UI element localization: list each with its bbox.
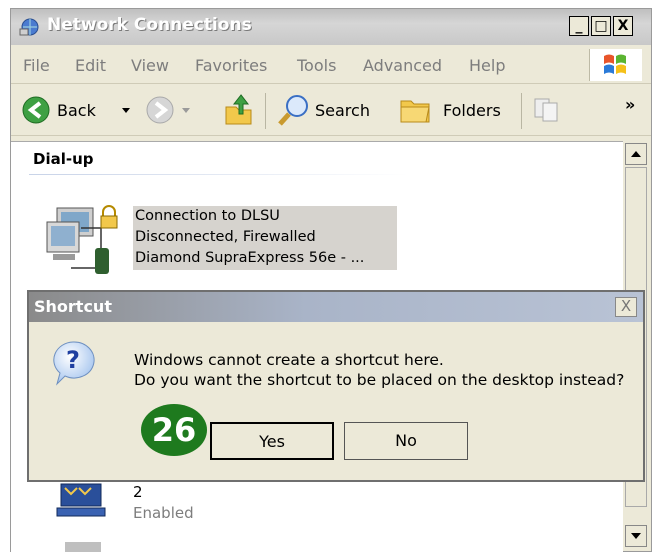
- dialog-message-line2: Do you want the shortcut to be placed on…: [134, 371, 625, 389]
- connection-name: Connection to DLSU: [135, 208, 280, 224]
- scroll-up-button[interactable]: [625, 143, 647, 165]
- scroll-down-button[interactable]: [625, 525, 647, 547]
- step-number-badge: 26: [141, 404, 207, 456]
- dialog-message: Windows cannot create a shortcut here. D…: [134, 350, 624, 390]
- scroll-down-arrow-icon: [631, 533, 641, 539]
- back-dropdown-icon[interactable]: [121, 107, 131, 115]
- toolbar: Back Search Folders »: [11, 85, 651, 136]
- group-header-dial-up: Dial-up: [33, 150, 94, 168]
- dialog-title-bar[interactable]: Shortcut X: [29, 292, 643, 322]
- menu-view[interactable]: View: [131, 56, 169, 75]
- menu-advanced[interactable]: Advanced: [363, 56, 442, 75]
- network-adapter-icon[interactable]: [55, 476, 111, 524]
- menu-favorites[interactable]: Favorites: [195, 56, 267, 75]
- folders-icon[interactable]: [399, 95, 433, 125]
- menu-edit[interactable]: Edit: [75, 56, 106, 75]
- maximize-button[interactable]: □: [591, 16, 611, 36]
- connection-item-2[interactable]: 2 Enabled: [133, 482, 194, 524]
- yes-button[interactable]: Yes: [210, 422, 334, 460]
- up-folder-icon[interactable]: [223, 93, 255, 127]
- forward-dropdown-icon[interactable]: [181, 107, 191, 115]
- no-button[interactable]: No: [344, 422, 468, 460]
- folders-button[interactable]: Folders: [443, 101, 501, 120]
- shortcut-dialog: Shortcut X ? Windows cannot create a sho…: [27, 290, 645, 482]
- back-button[interactable]: Back: [57, 101, 96, 120]
- search-button[interactable]: Search: [315, 101, 370, 120]
- menu-help[interactable]: Help: [469, 56, 505, 75]
- window-title: Network Connections: [47, 15, 252, 35]
- views-icon[interactable]: [531, 95, 565, 125]
- network-adapter-icon[interactable]: [55, 536, 111, 552]
- connection-status: Disconnected, Firewalled: [135, 229, 316, 245]
- title-bar[interactable]: Network Connections _ □ X: [11, 9, 651, 45]
- scroll-up-arrow-icon: [631, 151, 641, 157]
- forward-arrow-icon[interactable]: [145, 95, 175, 125]
- connection-status: Enabled: [133, 504, 194, 522]
- windows-logo: [589, 49, 642, 81]
- network-connections-icon: [19, 18, 39, 36]
- group-divider: [29, 174, 409, 175]
- connection-item-dlsu[interactable]: Connection to DLSU Disconnected, Firewal…: [133, 206, 397, 270]
- menu-file[interactable]: File: [23, 56, 50, 75]
- toolbar-separator: [521, 93, 522, 129]
- menu-bar: File Edit View Favorites Tools Advanced …: [11, 47, 651, 84]
- connection-name: 2: [133, 483, 143, 501]
- dialog-close-button[interactable]: X: [615, 297, 637, 317]
- dialog-title: Shortcut: [34, 297, 112, 316]
- svg-text:?: ?: [66, 346, 80, 374]
- toolbar-separator: [265, 93, 266, 129]
- windows-flag-icon: [604, 54, 626, 74]
- dial-up-connection-icon[interactable]: [41, 198, 131, 278]
- close-button[interactable]: X: [613, 16, 633, 36]
- back-arrow-icon[interactable]: [21, 95, 51, 125]
- search-icon[interactable]: [277, 93, 311, 127]
- minimize-button[interactable]: _: [569, 16, 589, 36]
- question-icon: ?: [53, 341, 95, 386]
- toolbar-overflow-chevron[interactable]: »: [625, 95, 635, 114]
- dialog-message-line1: Windows cannot create a shortcut here.: [134, 351, 444, 369]
- menu-tools[interactable]: Tools: [297, 56, 336, 75]
- connection-device: Diamond SupraExpress 56e - ...: [135, 250, 365, 266]
